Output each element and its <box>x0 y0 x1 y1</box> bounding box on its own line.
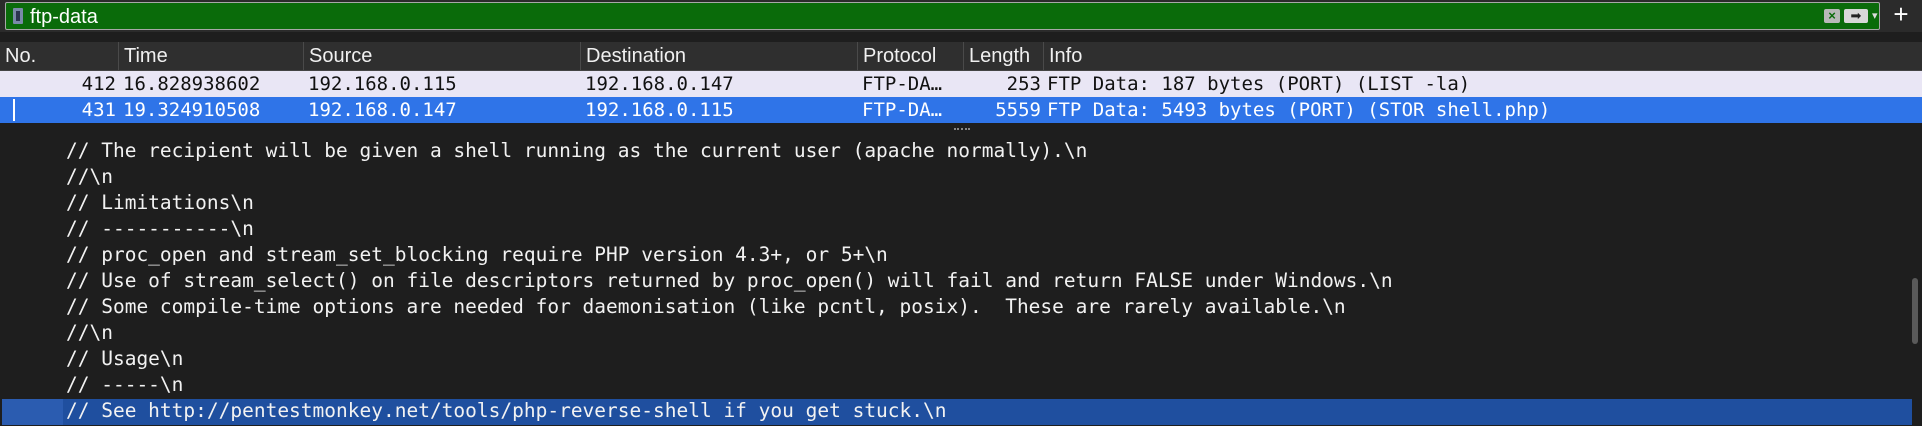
packet-destination: 192.168.0.147 <box>585 73 734 95</box>
column-header-destination[interactable]: Destination <box>580 42 857 70</box>
packet-info: FTP Data: 5493 bytes (PORT) (STOR shell.… <box>1047 99 1551 121</box>
text-line: // Limitations\n <box>66 191 254 214</box>
text-line: // Some compile-time options are needed … <box>66 295 1346 318</box>
packet-time: 16.828938602 <box>123 73 261 95</box>
text-line: // The recipient will be given a shell r… <box>66 139 1088 162</box>
text-line: //\n <box>66 321 113 344</box>
packet-source: 192.168.0.147 <box>308 99 457 121</box>
vertical-scrollbar[interactable] <box>1912 278 1918 344</box>
filter-text: ftp-data <box>30 6 98 28</box>
text-line-selected: // See http://pentestmonkey.net/tools/ph… <box>66 399 947 422</box>
packet-destination: 192.168.0.115 <box>585 99 734 121</box>
packet-protocol: FTP-DA… <box>862 73 943 95</box>
packet-list-header: No. Time Source Destination Protocol Len… <box>0 42 1922 71</box>
add-filter-button[interactable]: + <box>1886 0 1916 30</box>
display-filter-toolbar: ftp-data × ➡ ▾ + <box>0 0 1922 32</box>
column-header-info[interactable]: Info <box>1043 42 1922 70</box>
text-line: //\n <box>66 165 113 188</box>
text-line: // Use of stream_select() on file descri… <box>66 269 1393 292</box>
packet-no: 412 <box>81 73 116 95</box>
bookmark-icon[interactable] <box>13 8 23 24</box>
packet-row[interactable]: 412 16.828938602 192.168.0.115 192.168.0… <box>0 71 1922 97</box>
pane-splitter[interactable] <box>0 124 1922 134</box>
clear-filter-icon[interactable]: × <box>1824 9 1840 23</box>
text-line: // Usage\n <box>66 347 184 370</box>
packet-no: 431 <box>81 99 116 121</box>
column-header-no[interactable]: No. <box>0 42 118 70</box>
packet-length: 253 <box>1006 73 1041 95</box>
text-line: // proc_open and stream_set_blocking req… <box>66 243 888 266</box>
packet-length: 5559 <box>995 99 1041 121</box>
column-header-protocol[interactable]: Protocol <box>857 42 963 70</box>
chevron-down-icon[interactable]: ▾ <box>1872 7 1880 25</box>
packet-row-selected[interactable]: 431 19.324910508 192.168.0.147 192.168.0… <box>0 97 1922 123</box>
apply-filter-icon[interactable]: ➡ <box>1844 9 1868 23</box>
display-filter-input[interactable]: ftp-data × ➡ ▾ <box>5 2 1880 30</box>
text-line: // -----------\n <box>66 217 254 240</box>
column-header-source[interactable]: Source <box>303 42 580 70</box>
packet-protocol: FTP-DA… <box>862 99 943 121</box>
packet-info: FTP Data: 187 bytes (PORT) (LIST -la) <box>1047 73 1471 95</box>
packet-source: 192.168.0.115 <box>308 73 457 95</box>
packet-time: 19.324910508 <box>123 99 261 121</box>
selected-line-gutter <box>2 399 63 425</box>
splitter-handle[interactable] <box>954 128 970 132</box>
text-line: // -----\n <box>66 373 184 396</box>
column-header-time[interactable]: Time <box>118 42 303 70</box>
column-header-length[interactable]: Length <box>963 42 1043 70</box>
